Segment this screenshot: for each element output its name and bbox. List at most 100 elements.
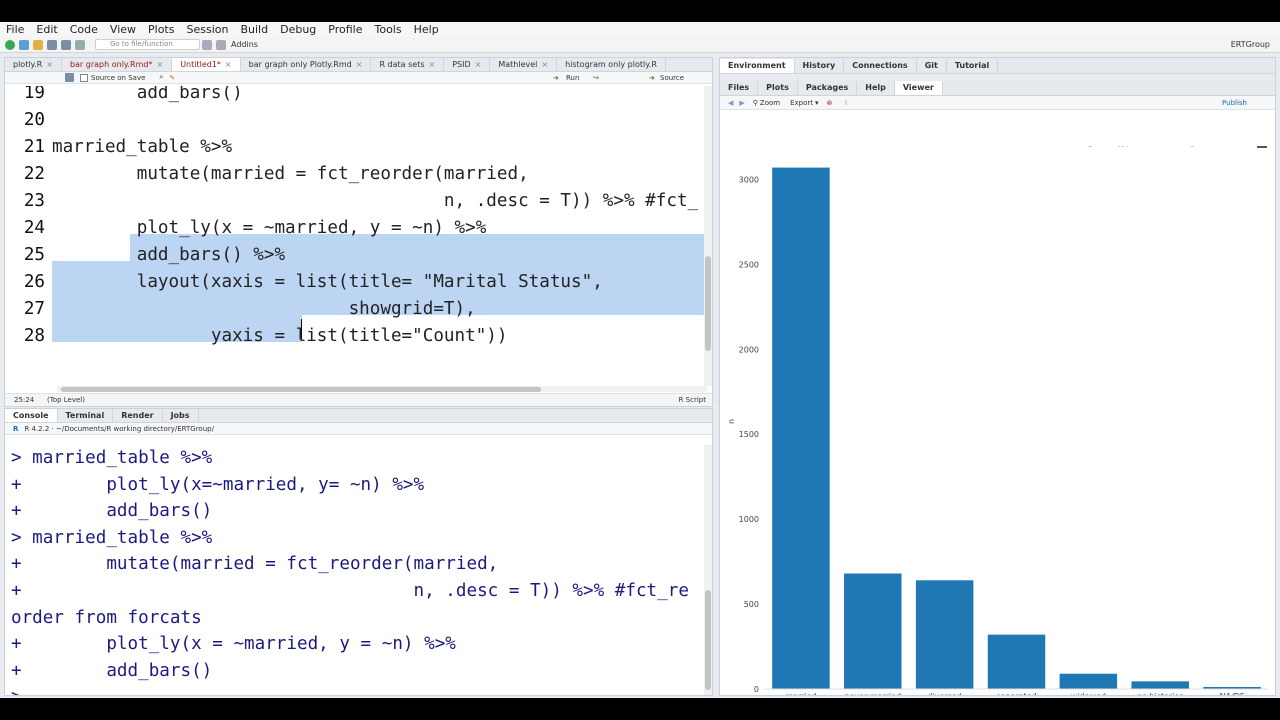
back-arrow-icon[interactable]: ◀: [728, 99, 733, 107]
tab-console[interactable]: Console: [5, 409, 58, 422]
x-tick-label: NA/DF: [1220, 692, 1245, 696]
tab-render[interactable]: Render: [113, 409, 163, 422]
scrollbar-thumb[interactable]: [705, 256, 711, 351]
forward-arrow-icon[interactable]: ▶: [739, 99, 744, 107]
home-icon[interactable]: ⌂: [1201, 146, 1207, 149]
menu-profile[interactable]: Profile: [322, 23, 368, 36]
menu-session[interactable]: Session: [180, 23, 234, 36]
save-all-icon[interactable]: [61, 39, 71, 50]
autoscale-icon[interactable]: ⤡: [1186, 146, 1194, 149]
scrollbar-thumb[interactable]: [705, 590, 711, 690]
grid-icon[interactable]: [216, 39, 226, 50]
close-icon[interactable]: ×: [429, 60, 436, 69]
menu-edit[interactable]: Edit: [30, 23, 63, 36]
menu-view[interactable]: View: [104, 23, 142, 36]
tab-git[interactable]: Git: [917, 58, 947, 73]
source-on-save-checkbox[interactable]: [80, 73, 88, 82]
publish-button[interactable]: Publish: [1222, 99, 1247, 107]
pan-icon[interactable]: ✥: [1103, 146, 1111, 149]
bar-married[interactable]: [772, 167, 830, 690]
tab-psid[interactable]: PSID ×: [444, 58, 491, 71]
rstudio-window: File Edit Code View Plots Session Build …: [0, 22, 1280, 698]
open-file-icon[interactable]: [33, 39, 43, 50]
bar-no-histories[interactable]: [1131, 681, 1189, 689]
console-output[interactable]: > married_table %>% + plot_ly(x=~married…: [5, 445, 705, 695]
export-button[interactable]: Export: [790, 99, 813, 107]
vcs-icon[interactable]: [202, 39, 212, 50]
tab-terminal[interactable]: Terminal: [58, 409, 114, 422]
scrollbar-thumb[interactable]: [61, 387, 541, 392]
bar-widowed[interactable]: [1059, 673, 1118, 689]
zoom-button[interactable]: Zoom: [760, 99, 780, 107]
y-tick-label: 0: [754, 685, 759, 694]
project-menu[interactable]: ERTGroup: [1231, 40, 1270, 49]
new-project-icon[interactable]: [19, 39, 29, 50]
zoom-icon[interactable]: ⚲: [753, 99, 758, 107]
tab-bar-graph-only[interactable]: bar graph only.Rmd* ×: [62, 58, 173, 71]
tab-help[interactable]: Help: [857, 80, 895, 95]
tab-files[interactable]: Files: [720, 80, 759, 95]
x-axis: married never married divorced separated wid…: [765, 688, 1268, 696]
tab-packages[interactable]: Packages: [798, 80, 858, 95]
tab-history[interactable]: History: [795, 58, 845, 73]
tab-connections[interactable]: Connections: [844, 58, 917, 73]
broom-icon[interactable]: ⌇: [844, 99, 847, 107]
code-area[interactable]: 19 add_bars() 20 21 married_table %>% 22 …: [5, 86, 705, 386]
print-icon[interactable]: [75, 39, 85, 50]
bar-separated[interactable]: [987, 634, 1046, 689]
run-button[interactable]: Run: [566, 74, 579, 82]
tab-plotly-r[interactable]: plotly.R ×: [5, 58, 62, 71]
close-icon[interactable]: ×: [356, 60, 363, 69]
run-arrow-icon[interactable]: ➔: [553, 74, 559, 82]
scope-selector[interactable]: (Top Level): [47, 394, 85, 406]
clear-icon[interactable]: ⊗: [827, 99, 833, 107]
editor-horizontal-scrollbar[interactable]: [57, 386, 707, 392]
source-button[interactable]: Source: [660, 74, 684, 82]
plotly-logo-icon[interactable]: [1257, 146, 1267, 148]
source-arrow-icon[interactable]: ➔: [649, 74, 655, 82]
plotly-bar-chart[interactable]: ✥ ⤡ ⌂ 0 500 1000 1500 2000 2500 3000 married ne…: [720, 146, 1276, 696]
x-tick-label: married: [785, 692, 816, 696]
menu-file[interactable]: File: [0, 23, 30, 36]
go-to-file-input[interactable]: Go to file/function: [95, 39, 200, 50]
search-icon[interactable]: ⌕: [159, 73, 163, 82]
bar-divorced[interactable]: [915, 580, 974, 689]
close-icon[interactable]: ×: [46, 60, 53, 69]
y-tick-label: 1500: [739, 430, 759, 439]
y-axis-title: n: [727, 419, 736, 424]
x-tick-label: no histories: [1137, 692, 1184, 696]
tab-mathlevel[interactable]: Mathlevel ×: [490, 58, 558, 71]
menu-debug[interactable]: Debug: [274, 23, 322, 36]
close-icon[interactable]: ×: [156, 60, 163, 69]
menu-build[interactable]: Build: [234, 23, 274, 36]
tab-r-data-sets[interactable]: R data sets ×: [371, 58, 445, 71]
close-icon[interactable]: ×: [475, 60, 482, 69]
close-icon[interactable]: ×: [541, 60, 548, 69]
menu-plots[interactable]: Plots: [142, 23, 180, 36]
menu-code[interactable]: Code: [64, 23, 104, 36]
menu-tools[interactable]: Tools: [368, 23, 407, 36]
tab-bar-graph-plotly[interactable]: bar graph only Plotly.Rmd ×: [241, 58, 372, 71]
file-type-selector[interactable]: R Script: [679, 394, 706, 406]
menu-help[interactable]: Help: [408, 23, 445, 36]
tab-histogram-plotly[interactable]: histogram only plotly.R: [557, 58, 666, 71]
console-prompt[interactable]: >: [11, 684, 32, 695]
addins-menu[interactable]: Addins: [231, 40, 258, 49]
bar-never-married[interactable]: [844, 573, 902, 689]
tab-untitled1[interactable]: Untitled1* ×: [172, 58, 241, 71]
save-icon[interactable]: [47, 39, 57, 50]
tab-tutorial[interactable]: Tutorial: [947, 58, 999, 73]
code-line: 19 add_bars(): [23, 86, 243, 103]
rerun-icon[interactable]: ↪: [593, 74, 599, 82]
save-icon[interactable]: [65, 73, 74, 82]
tab-viewer[interactable]: Viewer: [894, 80, 943, 95]
editor-vertical-scrollbar[interactable]: [704, 86, 712, 386]
tab-environment[interactable]: Environment: [720, 58, 795, 73]
tab-jobs[interactable]: Jobs: [163, 409, 199, 422]
close-icon[interactable]: ×: [225, 60, 232, 69]
console-scrollbar[interactable]: [704, 445, 712, 695]
tab-plots[interactable]: Plots: [758, 80, 798, 95]
new-file-icon[interactable]: [5, 39, 15, 50]
wand-icon[interactable]: ✎: [169, 74, 175, 82]
chevron-down-icon[interactable]: ▾: [815, 99, 819, 107]
